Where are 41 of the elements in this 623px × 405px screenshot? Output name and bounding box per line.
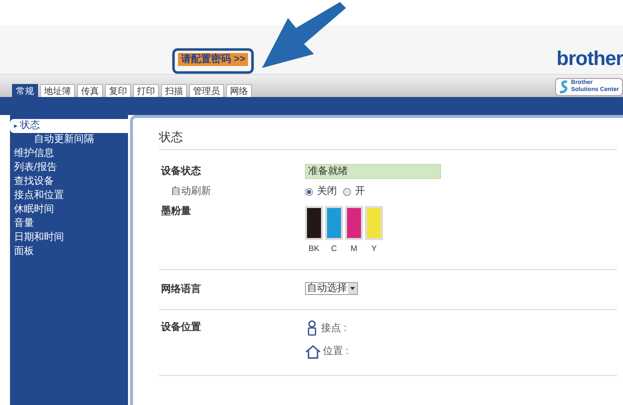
radio-label: 关闭 xyxy=(317,184,337,199)
radio-label: 开 xyxy=(355,185,365,199)
person-icon xyxy=(307,320,317,336)
field-label: 墨粉量 xyxy=(160,204,192,219)
location-label: 位置 : xyxy=(323,344,349,359)
sidebar-item[interactable]: 休眠时间 xyxy=(10,203,128,217)
nav-tab[interactable]: 管理员 xyxy=(189,84,224,97)
swoosh-icon xyxy=(558,80,569,94)
brand-logo: brother xyxy=(556,49,623,69)
nav-tab[interactable]: 传真 xyxy=(77,84,103,97)
nav-tab[interactable]: 常规 xyxy=(12,84,38,97)
toner-name: BK xyxy=(308,243,320,255)
nav-tab[interactable]: 复印 xyxy=(105,84,131,97)
language-dropdown[interactable]: 自动选择 xyxy=(305,282,358,295)
toner-name: Y xyxy=(371,243,377,255)
contact-label: 接点 : xyxy=(321,322,347,336)
sidebar-item[interactable]: 接点和位置 xyxy=(10,189,128,203)
status-value: 准备就绪 xyxy=(305,164,441,179)
nav-tab[interactable]: 网络 xyxy=(226,84,252,97)
sidebar-item[interactable]: 列表/报告 xyxy=(10,161,128,175)
radio-button[interactable] xyxy=(343,188,351,196)
nav-tab[interactable]: 地址簿 xyxy=(40,84,75,97)
field-label: 自动刷新 xyxy=(170,184,212,199)
toner-name: M xyxy=(350,243,358,255)
page-title: 状态 xyxy=(159,128,617,150)
nav-tab[interactable]: 扫描 xyxy=(161,84,187,97)
field-label: 设备状态 xyxy=(160,164,202,179)
field-label: 网络语言 xyxy=(160,282,202,297)
sidebar-item[interactable]: 维护信息 xyxy=(10,147,128,161)
toner-name: C xyxy=(331,243,337,255)
field-label: 设备位置 xyxy=(160,320,202,335)
sidebar-item[interactable]: 日期和时间 xyxy=(10,231,128,245)
nav-tab[interactable]: 打印 xyxy=(133,84,159,97)
sidebar-subitem[interactable]: 自动更新间隔 xyxy=(10,133,128,147)
sidebar-item[interactable]: 面板 xyxy=(10,245,128,259)
sidebar-item[interactable]: 音量 xyxy=(10,217,128,231)
house-icon xyxy=(305,344,321,358)
login-button[interactable]: 请配置密码 >> xyxy=(178,53,248,66)
caret-icon xyxy=(348,283,357,294)
sidebar-item[interactable]: 查找设备 xyxy=(10,175,128,189)
radio-button[interactable] xyxy=(305,188,313,196)
